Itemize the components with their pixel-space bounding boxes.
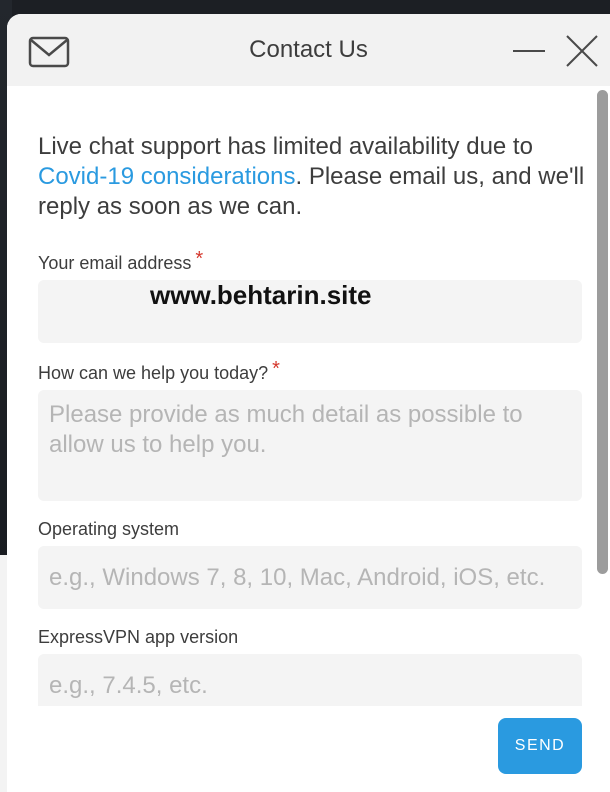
required-marker: * xyxy=(272,358,280,380)
help-label-text: How can we help you today? xyxy=(38,363,269,383)
covid-link[interactable]: Covid-19 considerations xyxy=(38,163,295,190)
watermark-text: www.behtarin.site xyxy=(150,280,372,310)
widget-header: Contact Us xyxy=(7,14,610,86)
os-field[interactable] xyxy=(38,546,582,609)
intro-text-before: Live chat support has limited availabili… xyxy=(38,133,533,160)
help-label: How can we help you today? * xyxy=(38,358,280,385)
minimize-icon[interactable] xyxy=(513,50,545,52)
close-icon[interactable] xyxy=(565,34,599,68)
intro-message: Live chat support has limited availabili… xyxy=(38,132,588,222)
help-textarea[interactable] xyxy=(38,390,582,501)
scrollbar-thumb[interactable] xyxy=(597,90,608,574)
email-label-text: Your email address xyxy=(38,253,192,273)
email-label: Your email address * xyxy=(38,248,203,275)
app-version-label: ExpressVPN app version xyxy=(38,627,239,647)
send-button[interactable]: SEND xyxy=(498,718,582,774)
os-label: Operating system xyxy=(38,519,180,539)
required-marker: * xyxy=(195,248,204,270)
contact-widget: Contact Us Live chat support has limited… xyxy=(7,14,610,792)
